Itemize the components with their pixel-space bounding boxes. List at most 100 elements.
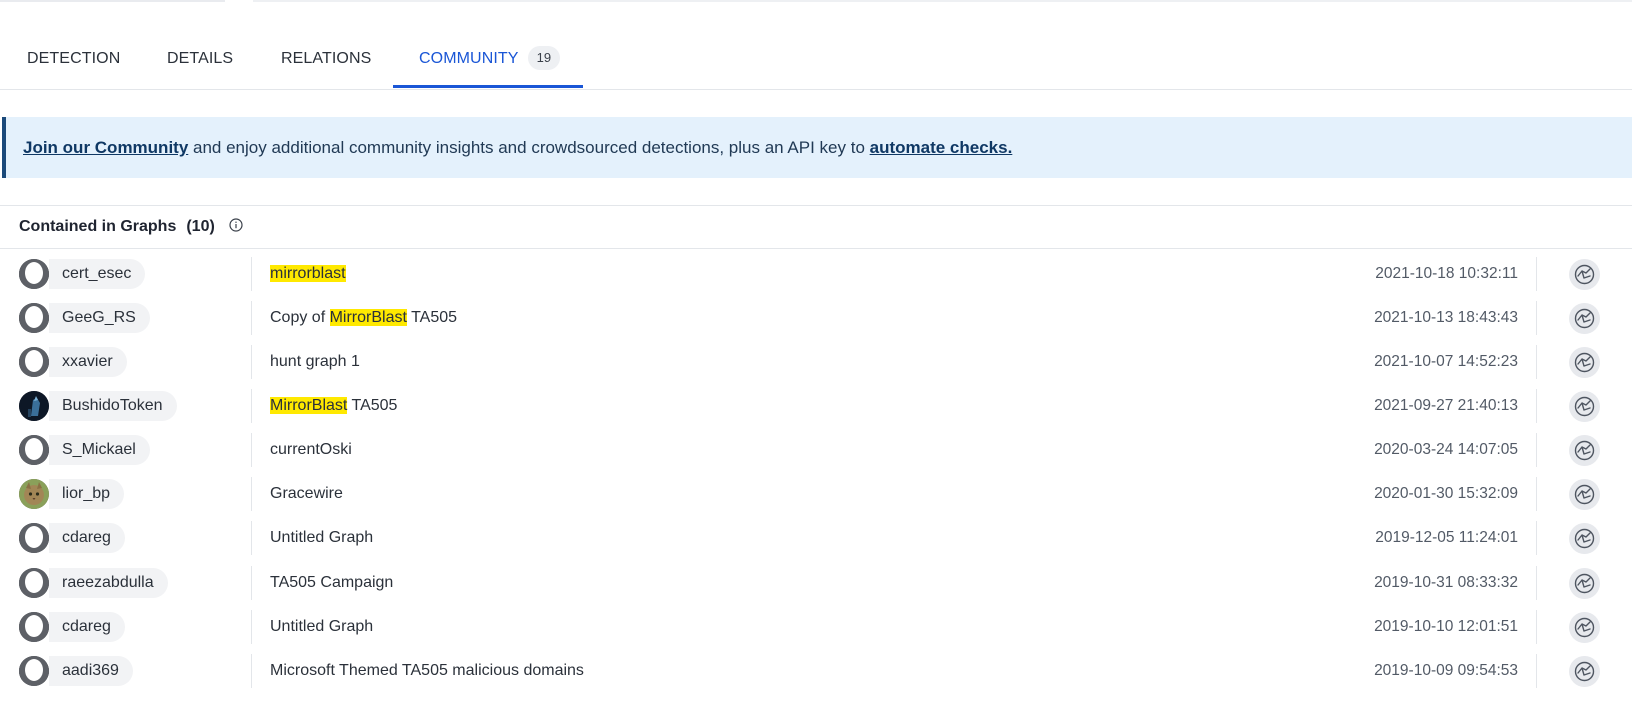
username-link[interactable]: cdareg xyxy=(49,523,125,553)
highlighted-term: MirrorBlast xyxy=(329,309,407,326)
column-divider xyxy=(251,433,252,467)
graph-name-link[interactable]: currentOski xyxy=(270,433,352,467)
tab-community[interactable]: COMMUNITY 19 xyxy=(419,32,561,90)
open-graph-button[interactable] xyxy=(1569,303,1600,334)
graph-name-link[interactable]: hunt graph 1 xyxy=(270,345,360,379)
graph-row[interactable]: aadi369 Microsoft Themed TA505 malicious … xyxy=(0,654,1632,688)
user-silhouette-icon[interactable] xyxy=(19,656,49,686)
community-banner: Join our Community and enjoy additional … xyxy=(2,117,1632,178)
graph-name-link[interactable]: Gracewire xyxy=(270,477,343,511)
graph-date: 2019-12-05 11:24:01 xyxy=(1375,529,1518,546)
tab-label: DETECTION xyxy=(27,50,121,67)
graph-name-text: Untitled Graph xyxy=(270,529,374,546)
graph-name-text: TA505 xyxy=(406,309,458,326)
graph-row[interactable]: cdareg Untitled Graph 2019-10-10 12:01:51 xyxy=(0,610,1632,644)
username-link[interactable]: BushidoToken xyxy=(49,391,177,421)
username-link[interactable]: cert_esec xyxy=(49,259,146,289)
active-tab-indicator xyxy=(393,85,583,88)
open-graph-button[interactable] xyxy=(1569,479,1600,510)
top-divider xyxy=(0,0,1632,2)
highlighted-term: MirrorBlast xyxy=(270,397,348,414)
column-divider xyxy=(1536,433,1537,467)
user-silhouette-icon[interactable] xyxy=(19,523,49,553)
user-silhouette-icon[interactable] xyxy=(19,347,49,377)
graph-date: 2021-10-07 14:52:23 xyxy=(1374,353,1518,370)
banner-text: Join our Community and enjoy additional … xyxy=(23,117,1012,178)
open-graph-button[interactable] xyxy=(1569,391,1600,422)
graph-date: 2019-10-31 08:33:32 xyxy=(1374,574,1518,591)
username-link[interactable]: aadi369 xyxy=(49,656,133,686)
open-graph-button[interactable] xyxy=(1569,435,1600,466)
username-link[interactable]: GeeG_RS xyxy=(49,303,150,333)
graph-row[interactable]: cdareg Untitled Graph 2019-12-05 11:24:01 xyxy=(0,521,1632,555)
section-divider-bottom xyxy=(0,248,1632,249)
user-silhouette-icon[interactable] xyxy=(19,303,49,333)
tab-bar: DETECTION DETAILS RELATIONS COMMUNITY 19 xyxy=(0,32,1632,90)
graph-row[interactable]: BushidoToken MirrorBlast TA505 2021-09-27 … xyxy=(0,389,1632,423)
tab-detection[interactable]: DETECTION xyxy=(27,32,120,90)
open-graph-button[interactable] xyxy=(1569,347,1600,378)
graph-row[interactable]: S_Mickael currentOski 2020-03-24 14:07:05 xyxy=(0,433,1632,467)
open-graph-button[interactable] xyxy=(1569,523,1600,554)
graph-date: 2019-10-09 09:54:53 xyxy=(1374,662,1518,679)
graph-row[interactable]: GeeG_RS Copy of MirrorBlast TA505 2021-10-… xyxy=(0,301,1632,335)
tab-label: DETAILS xyxy=(167,50,234,67)
graph-name-text: TA505 xyxy=(347,397,398,414)
community-count-badge: 19 xyxy=(527,46,561,70)
username-link[interactable]: xxavier xyxy=(49,347,127,377)
username-link[interactable]: S_Mickael xyxy=(49,435,150,465)
graph-name-link[interactable]: MirrorBlast TA505 xyxy=(270,389,397,423)
username-link[interactable]: cdareg xyxy=(49,612,125,642)
tab-details[interactable]: DETAILS xyxy=(167,32,233,90)
graph-name-link[interactable]: Untitled Graph xyxy=(270,521,373,555)
graph-date: 2020-01-30 15:32:09 xyxy=(1374,485,1518,502)
info-circle-icon[interactable] xyxy=(229,215,243,232)
column-divider xyxy=(1536,301,1537,335)
open-graph-button[interactable] xyxy=(1569,612,1600,643)
user-silhouette-icon[interactable] xyxy=(19,435,49,465)
username-link[interactable]: lior_bp xyxy=(49,479,125,509)
highlighted-term: mirrorblast xyxy=(270,265,346,282)
column-divider xyxy=(1536,389,1537,423)
graph-date: 2021-10-13 18:43:43 xyxy=(1374,309,1518,326)
tab-relations[interactable]: RELATIONS xyxy=(281,32,371,90)
column-divider xyxy=(1536,521,1537,555)
username-link[interactable]: raeezabdulla xyxy=(49,568,168,598)
open-graph-button[interactable] xyxy=(1569,259,1600,290)
join-community-link[interactable]: Join our Community xyxy=(23,138,188,157)
graph-name-link[interactable]: Microsoft Themed TA505 malicious domains xyxy=(270,654,584,688)
graph-name-link[interactable]: mirrorblast xyxy=(270,257,346,291)
user-avatar[interactable] xyxy=(19,391,49,421)
user-silhouette-icon[interactable] xyxy=(19,259,49,289)
column-divider xyxy=(1536,345,1537,379)
graph-date: 2021-10-18 10:32:11 xyxy=(1375,265,1518,282)
column-divider xyxy=(251,389,252,423)
user-silhouette-icon[interactable] xyxy=(19,612,49,642)
column-divider xyxy=(251,654,252,688)
user-avatar[interactable] xyxy=(19,479,49,509)
graph-name-text: Copy of xyxy=(270,309,330,326)
user-silhouette-icon[interactable] xyxy=(19,568,49,598)
graph-name-text: Microsoft Themed TA505 malicious domains xyxy=(270,662,584,679)
section-title-text: Contained in Graphs xyxy=(19,218,177,235)
column-divider xyxy=(1536,477,1537,511)
graph-name-link[interactable]: Untitled Graph xyxy=(270,610,373,644)
open-graph-button[interactable] xyxy=(1569,656,1600,687)
column-divider xyxy=(1536,257,1537,291)
column-divider xyxy=(251,301,252,335)
tab-label: RELATIONS xyxy=(281,50,372,67)
graph-name-link[interactable]: Copy of MirrorBlast TA505 xyxy=(270,301,457,335)
automate-checks-link[interactable]: automate checks. xyxy=(870,138,1013,157)
graph-name-text: Untitled Graph xyxy=(270,618,374,635)
column-divider xyxy=(251,610,252,644)
column-divider xyxy=(1536,566,1537,600)
column-divider xyxy=(1536,610,1537,644)
open-graph-button[interactable] xyxy=(1569,568,1600,599)
graph-row[interactable]: cert_esec mirrorblast 2021-10-18 10:32:11 xyxy=(0,257,1632,291)
graph-row[interactable]: lior_bp Gracewire 2020-01-30 15:32:09 xyxy=(0,477,1632,511)
graph-date: 2020-03-24 14:07:05 xyxy=(1374,441,1518,458)
graph-name-link[interactable]: TA505 Campaign xyxy=(270,566,393,600)
section-title: Contained in Graphs (10) xyxy=(19,214,243,240)
graph-row[interactable]: raeezabdulla TA505 Campaign 2019-10-31 08:… xyxy=(0,566,1632,600)
graph-row[interactable]: xxavier hunt graph 1 2021-10-07 14:52:23 xyxy=(0,345,1632,379)
